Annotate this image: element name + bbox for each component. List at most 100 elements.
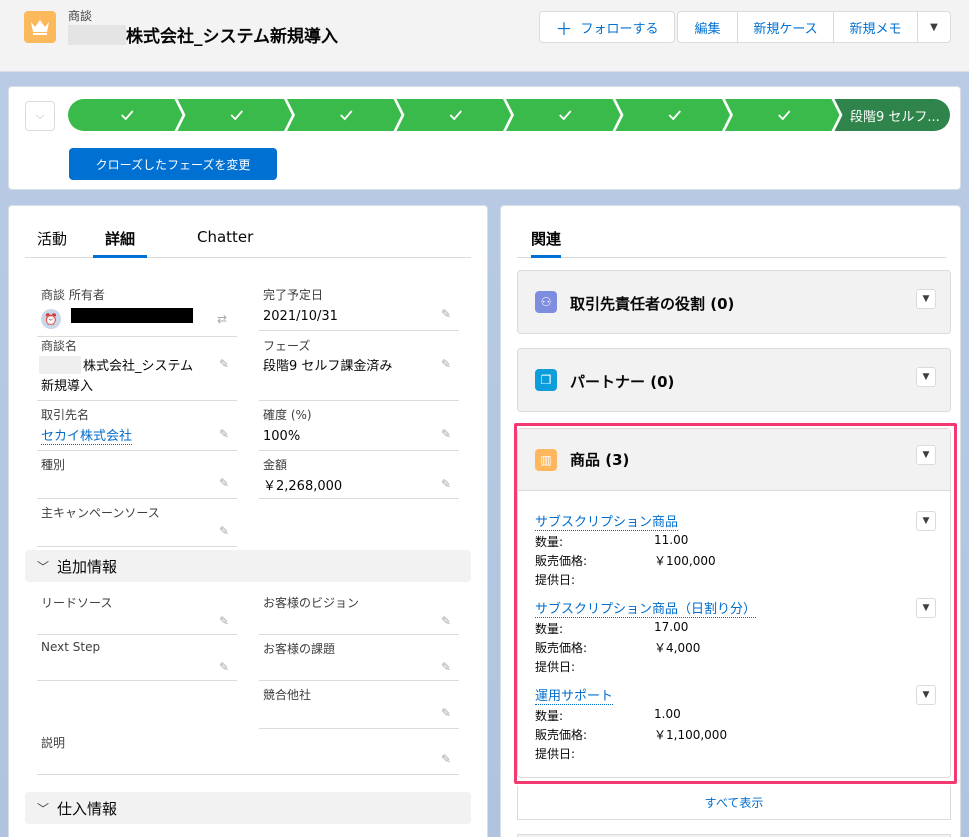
change-owner-icon[interactable]: ⇄ [217, 312, 227, 326]
account-label: 取引先名 [41, 408, 90, 422]
delivery-date-label: 提供日: [535, 573, 576, 587]
product-row-menu-button[interactable]: ▼ [916, 685, 936, 705]
edit-pencil-icon[interactable]: ✎ [441, 357, 451, 371]
product-link[interactable]: サブスクリプション商品（日割り分） [535, 598, 757, 618]
stage-label: フェーズ [263, 339, 311, 353]
view-all-link[interactable]: すべて表示 [517, 786, 951, 820]
redacted-owner-name [71, 308, 193, 323]
qty-label: 数量: [535, 709, 564, 723]
tab-chatter[interactable]: Chatter [197, 228, 253, 258]
edit-pencil-icon[interactable]: ✎ [441, 614, 451, 628]
path-toggle-button[interactable]: ⌵ [25, 101, 55, 131]
field-divider [259, 728, 459, 729]
field-divider [37, 634, 237, 635]
field-divider [37, 546, 237, 547]
close-date-label: 完了予定日 [263, 288, 324, 302]
product-row-menu-button[interactable]: ▼ [916, 511, 936, 531]
related-products: ▥ 商品 (3) ▼ サブスクリプション商品 ▼ 数量: 11.00 販売価格:… [517, 428, 951, 778]
field-divider [37, 400, 237, 401]
product-icon: ▥ [535, 449, 557, 471]
products-title[interactable]: 商品 (3) [570, 449, 629, 470]
qty-value: 11.00 [654, 533, 689, 547]
change-closed-stage-button[interactable]: クローズしたフェーズを変更 [69, 148, 277, 180]
delivery-date-label: 提供日: [535, 660, 576, 674]
edit-pencil-icon[interactable]: ✎ [441, 307, 451, 321]
price-value: ￥1,100,000 [654, 728, 728, 742]
section-additional-info[interactable]: ﹀ 追加情報 [25, 550, 471, 582]
probability-label: 確度 (%) [263, 408, 312, 422]
account-link[interactable]: セカイ株式会社 [41, 427, 133, 447]
section-title: 追加情報 [57, 557, 118, 576]
path-current-stage-label: 段階9 セルフ... [850, 110, 940, 125]
related-card: 関連 ⚇ 取引先責任者の役割 (0) ▼ ❐ パートナー (0) ▼ ▥ 商品 … [500, 205, 961, 837]
path-step-complete[interactable] [287, 99, 402, 131]
description-label: 説明 [41, 736, 66, 750]
opp-name-value-line1: 株式会社_システム [83, 359, 194, 374]
contact-roles-title[interactable]: 取引先責任者の役割 (0) [570, 293, 734, 314]
product-link[interactable]: 運用サポート [535, 685, 614, 705]
detail-tabs: 活動 詳細 Chatter [25, 222, 471, 258]
type-label: 種別 [41, 458, 66, 472]
path-step-complete[interactable] [68, 99, 183, 131]
path-step-complete[interactable] [725, 99, 840, 131]
record-title: 株式会社_システム新規導入 [68, 22, 338, 47]
related-partners: ❐ パートナー (0) ▼ [517, 348, 951, 412]
chevron-down-icon: ﹀ [37, 801, 50, 816]
edit-pencil-icon[interactable]: ✎ [441, 752, 451, 766]
field-divider [259, 634, 459, 635]
edit-pencil-icon[interactable]: ✎ [219, 476, 229, 490]
owner-avatar: ⏰ [41, 309, 61, 329]
qty-label: 数量: [535, 535, 564, 549]
contact-role-icon: ⚇ [535, 291, 557, 313]
tab-activity[interactable]: 活動 [37, 228, 67, 258]
products-menu-button[interactable]: ▼ [916, 445, 936, 465]
partners-menu-button[interactable]: ▼ [916, 367, 936, 387]
tab-details[interactable]: 詳細 [93, 228, 148, 258]
edit-pencil-icon[interactable]: ✎ [219, 427, 229, 441]
products-header: ▥ 商品 (3) ▼ [518, 429, 950, 491]
record-header: 商談 株式会社_システム新規導入 ＋ フォローする 編集 新規ケース 新規メモ … [0, 0, 969, 72]
price-label: 販売価格: [535, 641, 588, 655]
issue-label: お客様の課題 [263, 642, 336, 656]
tab-related[interactable]: 関連 [531, 228, 562, 258]
product-link[interactable]: サブスクリプション商品 [535, 511, 679, 531]
crown-icon [24, 11, 56, 43]
edit-pencil-icon[interactable]: ✎ [219, 524, 229, 538]
path-step-complete[interactable] [615, 99, 731, 131]
partners-title[interactable]: パートナー (0) [570, 371, 674, 392]
sales-path: 段階9 セルフ... [68, 99, 950, 131]
action-button-group: 編集 新規ケース 新規メモ ▼ [677, 11, 951, 43]
edit-pencil-icon[interactable]: ✎ [219, 660, 229, 674]
edit-pencil-icon[interactable]: ✎ [441, 477, 451, 491]
new-note-button[interactable]: 新規メモ [834, 12, 918, 42]
path-step-complete[interactable] [506, 99, 621, 131]
path-step-complete[interactable] [177, 99, 293, 131]
field-divider [37, 680, 237, 681]
opp-name-label: 商談名 [41, 339, 78, 353]
follow-button[interactable]: ＋ フォローする [539, 11, 675, 43]
amount-label: 金額 [263, 458, 288, 472]
field-divider [259, 498, 459, 499]
section-purchase-info[interactable]: ﹀ 仕入情報 [25, 792, 471, 824]
product-row-menu-button[interactable]: ▼ [916, 598, 936, 618]
edit-pencil-icon[interactable]: ✎ [441, 660, 451, 674]
chevron-down-icon: ▼ [930, 21, 938, 33]
section-title: 仕入情報 [57, 799, 118, 818]
field-divider [259, 330, 459, 331]
field-divider [259, 680, 459, 681]
field-divider [259, 450, 459, 451]
new-case-button[interactable]: 新規ケース [738, 12, 834, 42]
field-divider [37, 450, 237, 451]
edit-pencil-icon[interactable]: ✎ [441, 427, 451, 441]
edit-button[interactable]: 編集 [678, 12, 738, 42]
edit-pencil-icon[interactable]: ✎ [441, 706, 451, 720]
path-step-complete[interactable] [396, 99, 512, 131]
chevron-down-icon: ⌵ [35, 109, 45, 122]
campaign-label: 主キャンペーンソース [41, 506, 160, 520]
edit-pencil-icon[interactable]: ✎ [219, 614, 229, 628]
more-actions-button[interactable]: ▼ [918, 12, 950, 42]
amount-value: ￥2,268,000 [263, 479, 343, 494]
path-card: ⌵ 段階9 セルフ... クローズしたフェーズを変更 [8, 86, 961, 190]
contact-roles-menu-button[interactable]: ▼ [916, 289, 936, 309]
edit-pencil-icon[interactable]: ✎ [219, 357, 229, 371]
